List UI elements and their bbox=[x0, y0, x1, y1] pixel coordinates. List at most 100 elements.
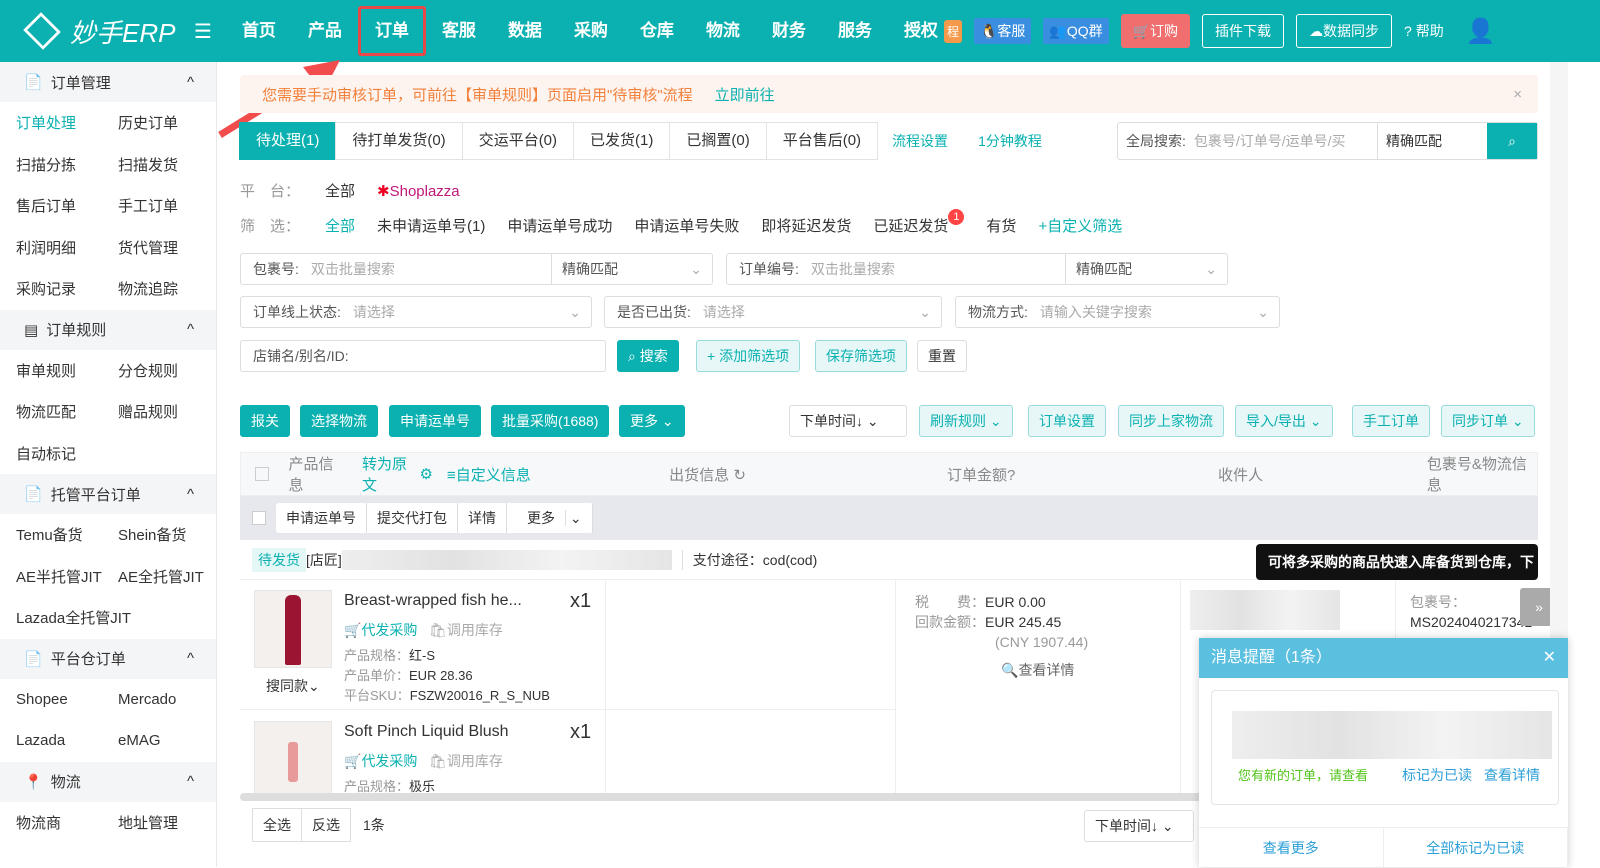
sidebar-item-lazada-jit[interactable]: Lazada全托管JIT bbox=[0, 607, 200, 628]
import-export-button[interactable]: 导入/导出 ⌄ bbox=[1235, 405, 1333, 437]
qq-group-button[interactable]: 👥 QQ群 bbox=[1043, 18, 1109, 44]
invert-select-button[interactable]: 反选 bbox=[301, 808, 351, 842]
product-name[interactable]: Soft Pinch Liquid Blush bbox=[344, 723, 509, 741]
sidebar-item-shopee[interactable]: Shopee bbox=[0, 691, 102, 708]
sidebar-item-carriers[interactable]: 物流商 bbox=[0, 812, 102, 833]
reset-button[interactable]: 重置 bbox=[917, 340, 967, 372]
flow-settings-link[interactable]: 流程设置 bbox=[892, 122, 948, 160]
product-image[interactable] bbox=[254, 590, 332, 668]
tab-to-print[interactable]: 待打单发货(0) bbox=[335, 122, 463, 160]
sidebar-item-gift-rules[interactable]: 赠品规则 bbox=[102, 401, 204, 422]
sidebar-item-logistics-match[interactable]: 物流匹配 bbox=[0, 401, 102, 422]
sidebar-item-lazada[interactable]: Lazada bbox=[0, 732, 102, 749]
tab-handover[interactable]: 交运平台(0) bbox=[461, 122, 575, 160]
sidebar-item-review-rules[interactable]: 审单规则 bbox=[0, 360, 102, 381]
order-button[interactable]: 🛒 订购 bbox=[1120, 14, 1191, 48]
notice-link[interactable]: 立即前往 bbox=[715, 84, 775, 105]
kefu-button[interactable]: 🐧 客服 bbox=[973, 18, 1032, 44]
nav-order[interactable]: 订单 bbox=[357, 6, 426, 56]
sidebar-item-auto-tag[interactable]: 自动标记 bbox=[0, 443, 102, 464]
translate-link[interactable]: 转为原文 bbox=[362, 453, 419, 495]
product-image[interactable] bbox=[254, 721, 332, 793]
sidebar-item-profit[interactable]: 利润明细 bbox=[0, 237, 102, 258]
nav-product[interactable]: 产品 bbox=[292, 9, 358, 53]
nav-service[interactable]: 客服 bbox=[426, 9, 492, 53]
logistics-method-select[interactable]: 物流方式: 请输入关键字搜索 ⌄ bbox=[955, 296, 1280, 328]
filter-all[interactable]: 全部 bbox=[325, 215, 355, 236]
footer-sort-select[interactable]: 下单时间↓ ⌄ bbox=[1084, 810, 1194, 842]
filter-tracking-failed[interactable]: 申请运单号失败 bbox=[634, 215, 739, 236]
platform-all[interactable]: 全部 bbox=[325, 180, 355, 201]
package-match-select[interactable]: 精确匹配 bbox=[551, 254, 713, 284]
package-no-field[interactable]: 包裹号: 双击批量搜索 精确匹配 ⌄ bbox=[240, 253, 713, 285]
sidebar-item-temu[interactable]: Temu备货 bbox=[0, 524, 102, 545]
add-filter-button[interactable]: + 添加筛选项 bbox=[696, 340, 801, 372]
plugin-download-button[interactable]: 插件下载 bbox=[1202, 14, 1285, 48]
sidebar-group-logistics[interactable]: 📍 物流 ^ bbox=[0, 761, 216, 802]
sidebar-item-order-process[interactable]: 订单处理 bbox=[0, 112, 102, 133]
save-filter-button[interactable]: 保存筛选项 bbox=[815, 340, 907, 372]
tab-onhold[interactable]: 已搁置(0) bbox=[669, 122, 767, 160]
nav-finance[interactable]: 财务 bbox=[756, 9, 822, 53]
filter-delayed[interactable]: 已延迟发货1 bbox=[873, 209, 965, 236]
sidebar-item-address[interactable]: 地址管理 bbox=[102, 812, 204, 833]
sidebar-group-platform-wh[interactable]: 📄 平台仓订单 ^ bbox=[0, 638, 216, 679]
tab-pending[interactable]: 待处理(1) bbox=[239, 122, 337, 160]
order-checkbox[interactable] bbox=[252, 511, 266, 525]
shop-input[interactable]: 店铺名/别名/ID: bbox=[240, 340, 606, 372]
sync-orders-button[interactable]: 同步订单 ⌄ bbox=[1441, 405, 1535, 437]
nav-logistics[interactable]: 物流 bbox=[690, 9, 756, 53]
sidebar-item-shein[interactable]: Shein备货 bbox=[102, 524, 204, 545]
custom-info-link[interactable]: ≡自定义信息 bbox=[447, 464, 669, 485]
data-sync-button[interactable]: ☁ 数据同步 bbox=[1296, 14, 1393, 48]
filter-no-tracking[interactable]: 未申请运单号(1) bbox=[377, 215, 485, 236]
match-select[interactable]: 精确匹配 bbox=[1377, 123, 1487, 159]
search-icon[interactable]: ⌕ bbox=[1487, 123, 1537, 159]
view-details-link[interactable]: 🔍查看详情 bbox=[915, 660, 1088, 680]
manual-order-button[interactable]: 手工订单 bbox=[1352, 405, 1430, 437]
use-stock-link[interactable]: 🛍调用库存 bbox=[429, 622, 503, 638]
shipped-select[interactable]: 是否已出货: 请选择 ⌄ bbox=[604, 296, 942, 328]
sidebar-item-emag[interactable]: eMAG bbox=[102, 732, 204, 749]
nav-data[interactable]: 数据 bbox=[492, 9, 558, 53]
close-icon[interactable]: × bbox=[1513, 86, 1522, 103]
online-status-select[interactable]: 订单线上状态: 请选择 ⌄ bbox=[240, 296, 592, 328]
custom-filter-link[interactable]: +自定义筛选 bbox=[1038, 215, 1122, 236]
use-stock-link[interactable]: 🛍调用库存 bbox=[429, 753, 503, 769]
sidebar-item-forwarder[interactable]: 货代管理 bbox=[102, 237, 204, 258]
details-btn[interactable]: 详情 bbox=[458, 503, 507, 533]
sidebar-item-aftersale[interactable]: 售后订单 bbox=[0, 195, 102, 216]
sort-select[interactable]: 下单时间↓ ⌄ bbox=[789, 405, 907, 437]
filter-soon-delayed[interactable]: 即将延迟发货 bbox=[761, 215, 851, 236]
mark-read-link[interactable]: 标记为已读 bbox=[1402, 765, 1472, 785]
nav-warehouse[interactable]: 仓库 bbox=[624, 9, 690, 53]
sidebar-group-order-rules[interactable]: ▤ 订单规则 ^ bbox=[0, 309, 216, 350]
sidebar-group-hosted[interactable]: 📄 托管平台订单 ^ bbox=[0, 474, 216, 514]
sidebar-item-tracking[interactable]: 物流追踪 bbox=[102, 278, 204, 299]
sidebar-item-ae-semi[interactable]: AE半托管JIT bbox=[0, 566, 102, 587]
user-avatar-icon[interactable]: 👤 bbox=[1466, 17, 1496, 46]
sidebar-item-scan-sort[interactable]: 扫描分拣 bbox=[0, 154, 102, 175]
submit-pack-btn[interactable]: 提交代打包 bbox=[367, 503, 458, 533]
sidebar-item-purchase-log[interactable]: 采购记录 bbox=[0, 278, 102, 299]
tab-shipped[interactable]: 已发货(1) bbox=[573, 122, 671, 160]
bulk-purchase-button[interactable]: 批量采购(1688) bbox=[491, 405, 610, 437]
apply-tracking-button[interactable]: 申请运单号 bbox=[389, 405, 481, 437]
sidebar-item-mercado[interactable]: Mercado bbox=[102, 691, 204, 708]
order-settings-button[interactable]: 订单设置 bbox=[1028, 405, 1106, 437]
order-no-field[interactable]: 订单编号: 双击批量搜索 精确匹配 ⌄ bbox=[726, 253, 1228, 285]
sidebar-item-history[interactable]: 历史订单 bbox=[102, 112, 204, 133]
menu-toggle-icon[interactable]: ☰ bbox=[194, 19, 212, 44]
nav-purchase[interactable]: 采购 bbox=[558, 9, 624, 53]
view-more-button[interactable]: 查看更多 bbox=[1199, 828, 1384, 867]
select-logistics-button[interactable]: 选择物流 bbox=[300, 405, 378, 437]
customs-button[interactable]: 报关 bbox=[240, 405, 290, 437]
sidebar-item-ae-full[interactable]: AE全托管JIT bbox=[102, 566, 204, 587]
tab-aftersale[interactable]: 平台售后(0) bbox=[765, 122, 879, 160]
sidebar-item-warehouse-rules[interactable]: 分仓规则 bbox=[102, 360, 204, 381]
global-search-input[interactable]: 包裹号/订单号/运单号/买 bbox=[1194, 123, 1377, 159]
more-btn[interactable]: 更多 ⌄ bbox=[507, 503, 593, 533]
more-button[interactable]: 更多 ⌄ bbox=[619, 405, 685, 437]
view-detail-link[interactable]: 查看详情 bbox=[1484, 765, 1540, 785]
order-no-input[interactable]: 双击批量搜索 bbox=[811, 259, 895, 279]
